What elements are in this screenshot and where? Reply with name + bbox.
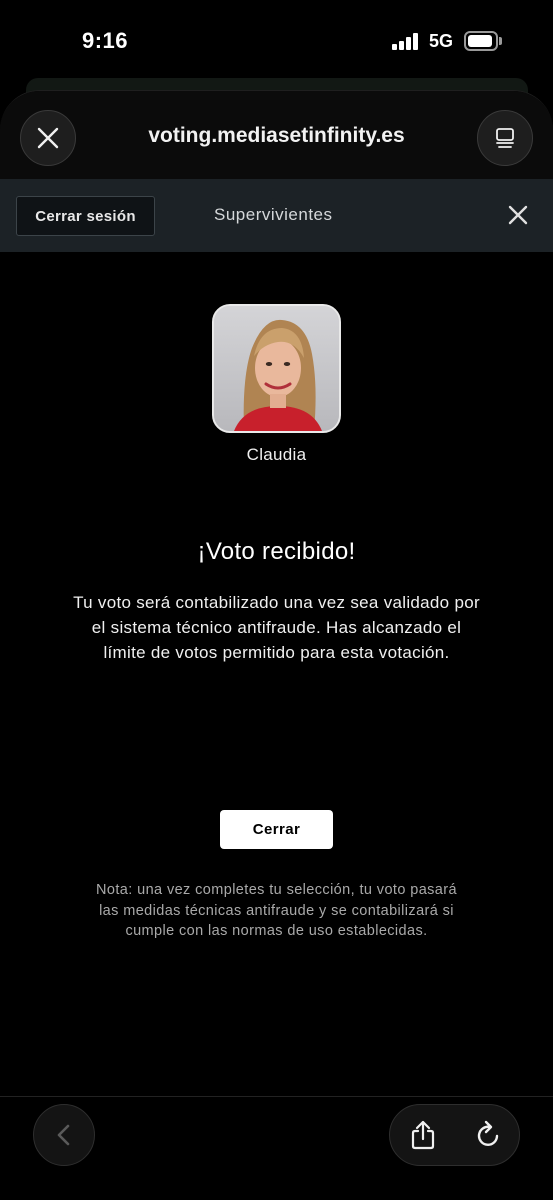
url-bar: voting.mediasetinfinity.es [0,91,553,179]
back-icon [57,1124,70,1146]
reload-icon[interactable] [472,1119,504,1151]
avatar-image [214,306,339,431]
share-icon[interactable] [407,1119,439,1151]
status-bar: 9:16 5G [0,0,553,80]
disclaimer-note: Nota: una vez completes tu selección, tu… [96,882,457,939]
site-title: Supervivientes [214,205,333,224]
network-type: 5G [429,31,454,51]
logout-button[interactable]: Cerrar sesión [16,196,155,236]
url-text[interactable]: voting.mediasetinfinity.es [0,124,553,148]
site-header: Cerrar sesión Supervivientes [0,179,553,252]
browser-actions [389,1104,520,1166]
tabs-icon [496,128,514,148]
toolbar-divider [0,1096,553,1097]
battery-cap [499,37,502,45]
close-icon[interactable] [506,203,530,227]
confirmation-title: ¡Voto recibido! [197,538,356,565]
candidate-name: Claudia [246,445,307,464]
tabs-button[interactable] [477,110,533,166]
battery-icon [464,31,498,51]
candidate-avatar [212,304,341,433]
signal-icon [392,32,418,50]
close-button[interactable]: Cerrar [220,810,333,849]
status-time: 9:16 [82,28,129,53]
confirmation-message: Tu voto será contabilizado una vez sea v… [73,593,480,662]
back-button[interactable] [33,1104,95,1166]
